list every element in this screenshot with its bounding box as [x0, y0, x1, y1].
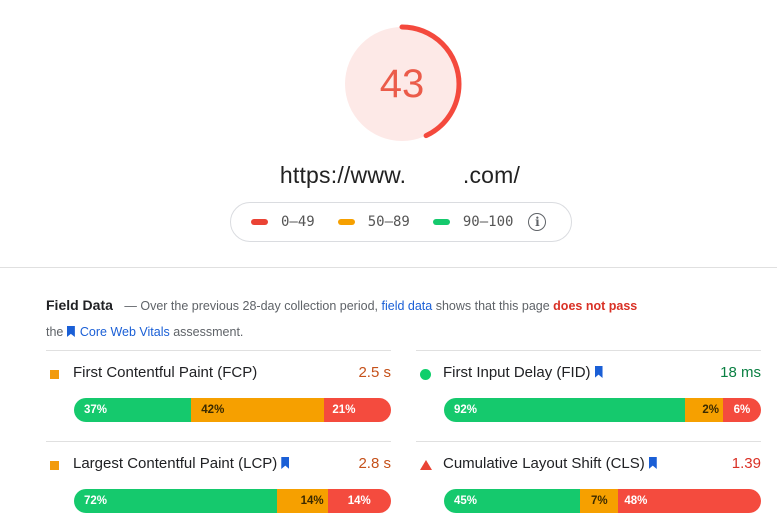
metric-value: 1.39 [731, 455, 761, 472]
legend-label-poor: 0–49 [281, 214, 315, 230]
metric-separator [46, 350, 391, 351]
field-data-description: Field Data — Over the previous 28-day co… [46, 292, 746, 345]
score-legend: 0–49 50–89 90–100 i [230, 202, 572, 242]
metric-name-text: First Input Delay (FID) [443, 364, 591, 381]
metric-name-text: Largest Contentful Paint (LCP) [73, 455, 278, 472]
poor-segment: 6% [722, 398, 761, 422]
bookmark-icon [648, 457, 657, 469]
good-segment: 92% [444, 398, 685, 422]
average-dash-icon [337, 219, 355, 225]
distribution-bar: 45% 7% 48% [444, 489, 761, 513]
needs-improvement-segment: 14% [276, 489, 328, 513]
square-icon [50, 370, 59, 379]
field-data-link[interactable]: field data [382, 299, 433, 313]
metric-name: First Input Delay (FID) [443, 364, 603, 381]
legend-label-good: 90–100 [462, 214, 514, 230]
bookmark-icon [594, 366, 603, 378]
url-prefix: https://www. [279, 162, 407, 188]
needs-improvement-segment: 2% [684, 398, 723, 422]
good-segment: 37% [74, 398, 192, 422]
metric-name: First Contentful Paint (FCP) [73, 364, 258, 381]
poor-dash-icon [251, 219, 268, 225]
bookmark-icon [281, 457, 290, 469]
core-web-vitals-link[interactable]: Core Web Vitals [66, 325, 170, 339]
performance-score: 43 [379, 61, 425, 106]
metric-name: Cumulative Layout Shift (CLS) [443, 455, 657, 472]
circle-icon [420, 369, 431, 380]
poor-segment: 48% [618, 489, 761, 513]
metric-separator [46, 441, 391, 442]
good-segment: 45% [444, 489, 581, 513]
good-dash-icon [432, 219, 450, 225]
bookmark-icon [66, 326, 75, 337]
assessment-status: does not pass [553, 299, 638, 313]
metric-value: 2.8 s [358, 455, 391, 472]
distribution-bar: 72% 14% 14% [74, 489, 391, 513]
triangle-icon [420, 460, 432, 470]
section-divider [0, 267, 777, 268]
metric-separator [416, 350, 761, 351]
url-suffix: .com/ [462, 162, 521, 188]
field-data-text-1: Over the previous 28-day collection peri… [140, 299, 379, 313]
square-icon [50, 461, 59, 470]
field-data-text-2: shows that this page [435, 299, 550, 313]
info-icon[interactable]: i [528, 213, 547, 231]
poor-segment: 14% [327, 489, 391, 513]
metric-cls: Cumulative Layout Shift (CLS) 1.39 45% 7… [416, 441, 761, 528]
field-data-text-4: assessment. [173, 325, 244, 339]
field-data-text-3: the [46, 325, 64, 339]
good-segment: 72% [74, 489, 277, 513]
distribution-bar: 37% 42% 21% [74, 398, 391, 422]
metric-fcp: First Contentful Paint (FCP) 2.5 s 37% 4… [46, 350, 391, 440]
poor-segment: 21% [324, 398, 391, 422]
metric-lcp: Largest Contentful Paint (LCP) 2.8 s 72%… [46, 441, 391, 528]
field-data-dash: — [124, 299, 137, 313]
legend-item-average: 50–89 [337, 214, 410, 230]
metric-name-text: Cumulative Layout Shift (CLS) [443, 455, 645, 472]
needs-improvement-segment: 42% [191, 398, 325, 422]
metric-value: 18 ms [720, 364, 761, 381]
metric-separator [416, 441, 761, 442]
metric-value: 2.5 s [358, 364, 391, 381]
field-data-title: Field Data [46, 297, 113, 313]
metric-name: Largest Contentful Paint (LCP) [73, 455, 290, 472]
needs-improvement-segment: 7% [580, 489, 619, 513]
legend-label-average: 50–89 [367, 214, 410, 230]
metric-fid: First Input Delay (FID) 18 ms 92% 2% 6% [416, 350, 761, 440]
core-web-vitals-label: Core Web Vitals [79, 325, 170, 339]
legend-item-poor: 0–49 [251, 214, 315, 230]
legend-item-good: 90–100 [432, 214, 514, 230]
distribution-bar: 92% 2% 6% [444, 398, 761, 422]
page-url: https://www. .com/ [0, 162, 777, 189]
